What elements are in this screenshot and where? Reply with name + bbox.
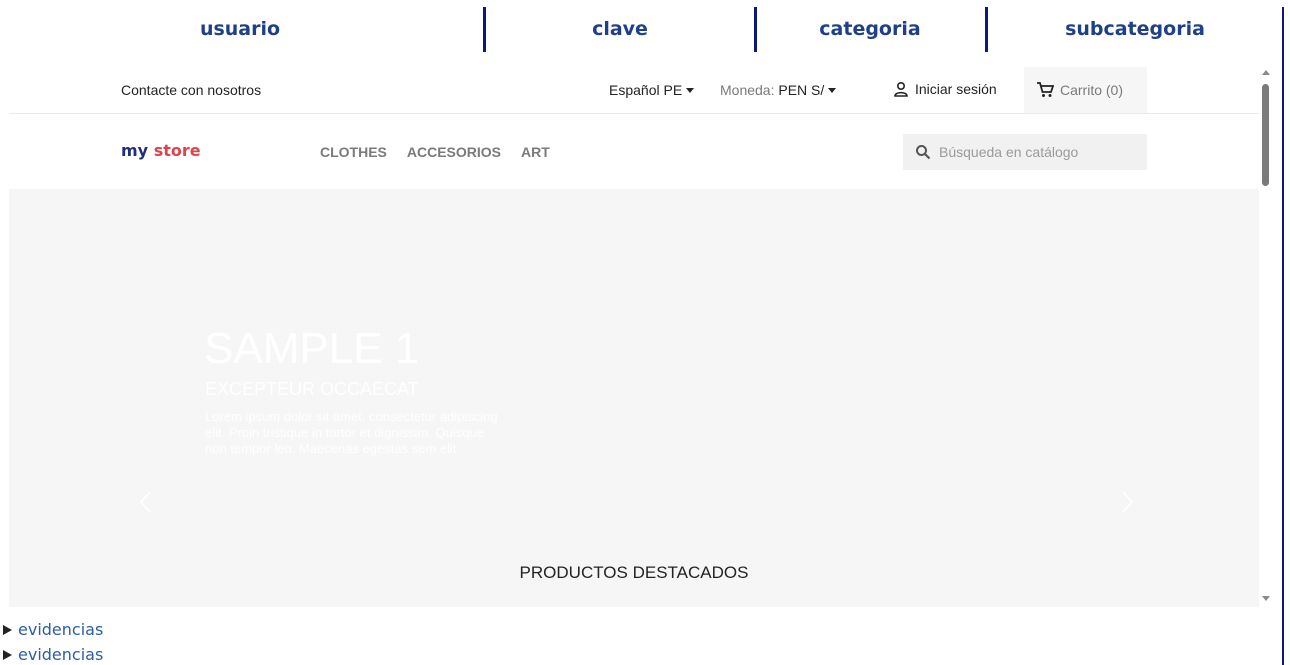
details-label: evidencias (18, 620, 104, 639)
search-placeholder: Búsqueda en catálogo (939, 144, 1079, 160)
scroll-up-icon[interactable] (1262, 70, 1270, 75)
search-input[interactable]: Búsqueda en catálogo (903, 134, 1147, 170)
cart-button[interactable]: Carrito (0) (1024, 67, 1147, 113)
language-label: Español PE (609, 82, 683, 98)
details-label: evidencias (18, 645, 104, 664)
column-categoria: categoria (819, 18, 921, 40)
currency-label: Moneda: (720, 82, 775, 98)
disclosure-triangle-icon (3, 649, 12, 660)
column-clave: clave (592, 18, 648, 40)
column-usuario: usuario (199, 18, 281, 40)
details-evidencias[interactable]: evidencias (0, 645, 103, 664)
signin-link[interactable]: Iniciar sesión (893, 81, 997, 97)
scroll-down-icon[interactable] (1262, 596, 1270, 601)
report-header: usuario clave categoria subcategoria (0, 0, 1290, 62)
chevron-right-icon[interactable] (1116, 489, 1138, 515)
search-icon (916, 145, 931, 160)
cart-label: Carrito (0) (1060, 82, 1124, 98)
column-separator (483, 7, 486, 52)
logo-part-my: my (121, 141, 149, 160)
column-separator (985, 7, 988, 52)
hero-text: Lorem ipsum dolor sit amet, consectetur … (205, 409, 498, 456)
details-evidencias[interactable]: evidencias (0, 620, 103, 639)
caret-down-icon (828, 87, 837, 93)
logo-part-store: store (153, 141, 201, 160)
scroll-thumb[interactable] (1262, 84, 1269, 186)
language-selector[interactable]: Español PE (609, 82, 695, 98)
right-border-rule (1282, 7, 1284, 665)
caret-down-icon (686, 87, 695, 93)
store-logo[interactable]: my store (121, 141, 201, 160)
hero-subtitle: EXCEPTEUR OCCAECAT (205, 379, 419, 399)
column-subcategoria: subcategoria (1065, 18, 1205, 40)
column-separator (754, 7, 757, 52)
menu-item-clothes[interactable]: CLOTHES (320, 144, 387, 160)
currency-selector[interactable]: Moneda: PEN S/ (720, 82, 837, 98)
contact-link[interactable]: Contacte con nosotros (121, 82, 261, 98)
currency-value: PEN S/ (778, 82, 825, 98)
main-nav: my store CLOTHES ACCESORIOS ART Búsqueda… (9, 114, 1259, 189)
featured-products-heading: PRODUCTOS DESTACADOS (519, 563, 749, 582)
top-nav: Contacte con nosotros Español PE Moneda:… (9, 67, 1259, 114)
menu-item-accesorios[interactable]: ACCESORIOS (407, 144, 501, 160)
category-menu: CLOTHES ACCESORIOS ART (320, 144, 550, 160)
storefront-viewport: Contacte con nosotros Español PE Moneda:… (9, 67, 1259, 607)
hero-title: SAMPLE 1 (204, 324, 420, 373)
viewport-scrollbar[interactable] (1259, 67, 1273, 607)
chevron-left-icon[interactable] (135, 489, 157, 515)
menu-item-art[interactable]: ART (521, 144, 550, 160)
hero-carousel: SAMPLE 1 EXCEPTEUR OCCAECAT Lorem ipsum … (9, 189, 1259, 569)
user-icon (894, 81, 908, 97)
disclosure-triangle-icon (3, 624, 12, 635)
cart-icon (1037, 82, 1054, 97)
signin-label: Iniciar sesión (915, 81, 997, 97)
